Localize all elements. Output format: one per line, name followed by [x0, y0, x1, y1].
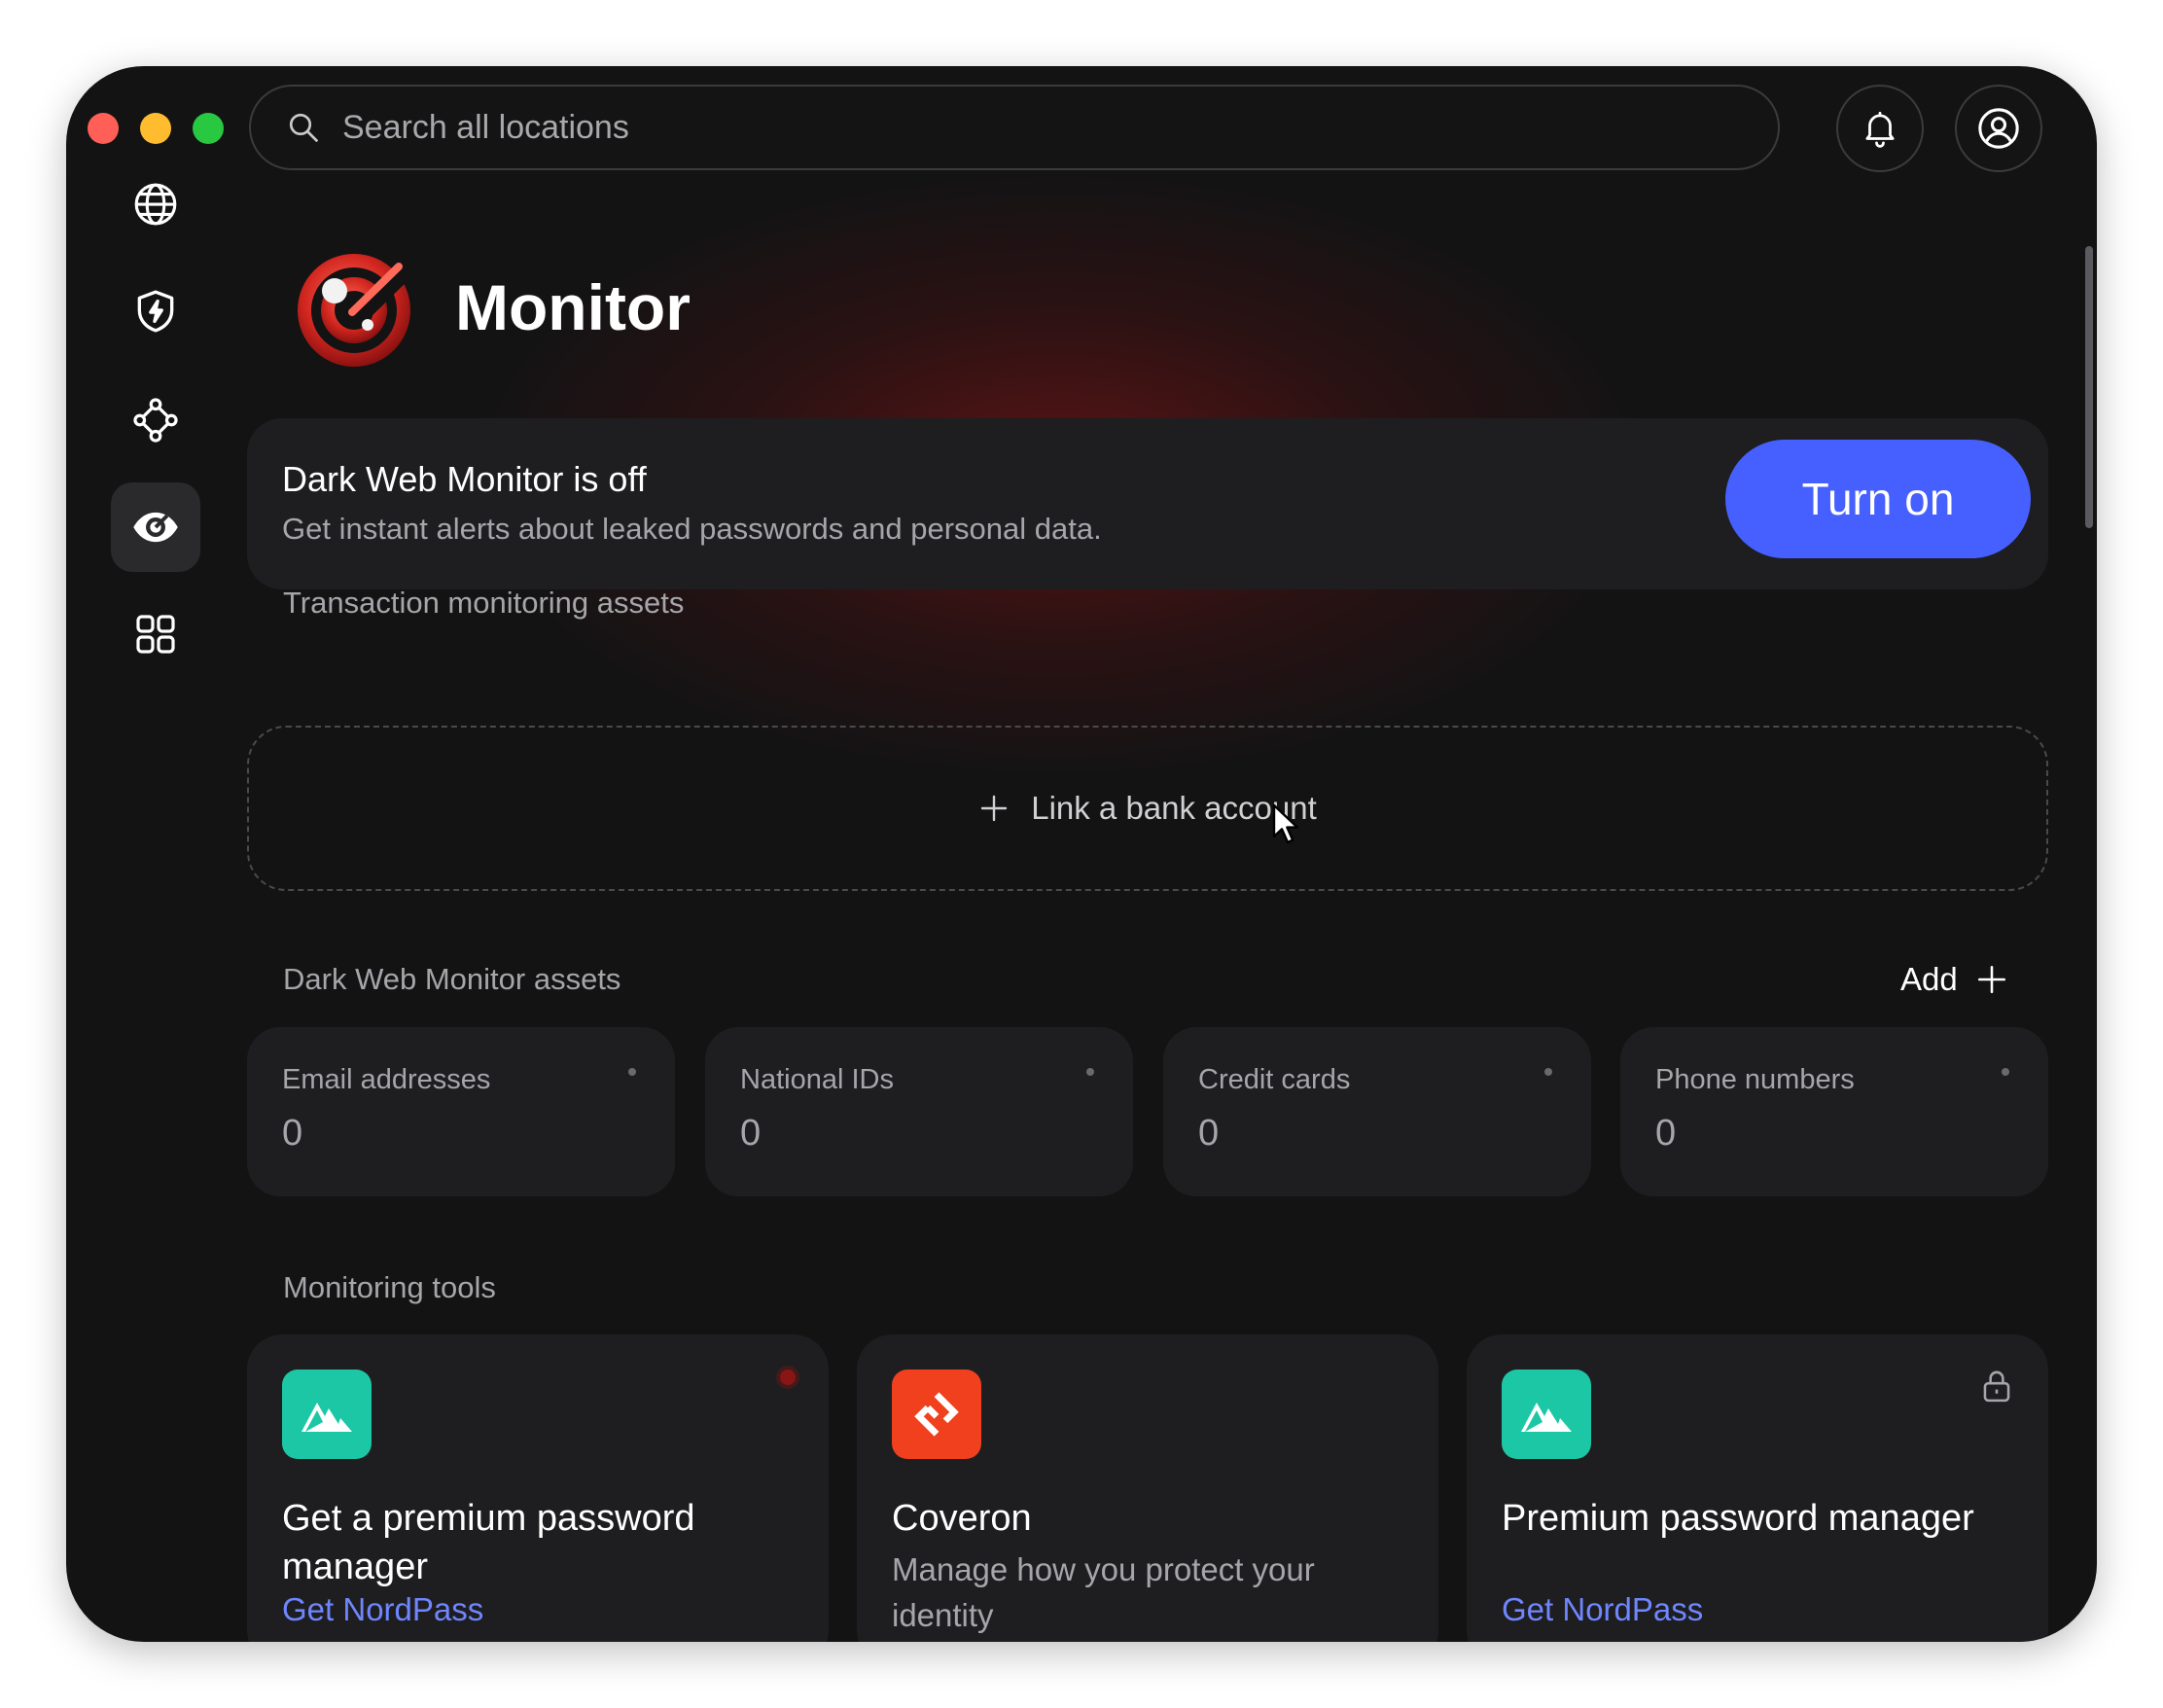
- add-asset-label: Add: [1900, 961, 1958, 997]
- plus-icon: [981, 795, 1008, 822]
- add-asset-button[interactable]: Add: [1900, 961, 2008, 998]
- tools-section-label: Monitoring tools: [283, 1270, 496, 1304]
- asset-label: Credit cards: [1198, 1064, 1351, 1095]
- plus-icon: [1977, 965, 2005, 994]
- nordpass-icon: [282, 1370, 372, 1459]
- network-nodes-icon: [133, 398, 178, 443]
- mouse-cursor-icon: [1272, 803, 1299, 844]
- asset-count: 0: [1655, 1113, 1677, 1154]
- notifications-button[interactable]: [1836, 85, 1924, 172]
- tool-title: Premium password manager: [1502, 1498, 1974, 1539]
- monitor-radar-icon: [298, 254, 420, 367]
- sidebar-item-monitor[interactable]: [111, 482, 200, 572]
- tool-card-coveron[interactable]: Coveron Manage how you protect your iden…: [857, 1334, 1438, 1642]
- tool-description: Manage how you protect your identity: [892, 1551, 1315, 1633]
- banner-title: Dark Web Monitor is off: [282, 459, 647, 499]
- profile-button[interactable]: [1955, 85, 2042, 172]
- search-icon: [289, 113, 318, 142]
- maximize-window-button[interactable]: [193, 113, 224, 144]
- shield-bolt-icon: [137, 290, 174, 333]
- asset-card-national-ids[interactable]: National IDs 0: [705, 1027, 1133, 1196]
- turn-on-button[interactable]: Turn on: [1725, 440, 2031, 558]
- grid-icon: [136, 615, 175, 654]
- eye-target-icon: [133, 512, 178, 543]
- get-nordpass-link[interactable]: Get NordPass: [1502, 1591, 1703, 1628]
- asset-count: 0: [1198, 1113, 1220, 1154]
- tool-card-nordpass-premium[interactable]: Get a premium password manager Get NordP…: [247, 1334, 829, 1642]
- sidebar-item-threat-protection[interactable]: [111, 267, 200, 356]
- transaction-section-label: Transaction monitoring assets: [283, 586, 685, 620]
- asset-label: Phone numbers: [1655, 1064, 1855, 1095]
- tool-title: Coveron: [892, 1498, 1032, 1539]
- status-dot: [1086, 1068, 1094, 1076]
- search-bar[interactable]: [249, 85, 1780, 170]
- asset-count: 0: [740, 1113, 762, 1154]
- asset-card-email[interactable]: Email addresses 0: [247, 1027, 675, 1196]
- user-circle-icon: [1978, 108, 2019, 149]
- globe-icon: [134, 183, 177, 226]
- link-bank-account-button[interactable]: Link a bank account: [247, 726, 2048, 891]
- asset-label: National IDs: [740, 1064, 894, 1095]
- nordpass-icon: [1502, 1370, 1591, 1459]
- app-window: Monitor Dark Web Monitor is off Get inst…: [66, 66, 2097, 1642]
- coveron-icon: [892, 1370, 981, 1459]
- asset-count: 0: [282, 1113, 303, 1154]
- monitor-logo: [284, 247, 426, 378]
- close-window-button[interactable]: [88, 113, 119, 144]
- page-title: Monitor: [455, 271, 691, 343]
- dark-web-monitor-banner: Dark Web Monitor is off Get instant aler…: [247, 418, 2048, 589]
- asset-card-credit-cards[interactable]: Credit cards 0: [1163, 1027, 1591, 1196]
- status-dot: [628, 1068, 636, 1076]
- get-nordpass-link[interactable]: Get NordPass: [282, 1591, 483, 1628]
- banner-subtitle: Get instant alerts about leaked password…: [282, 512, 1102, 546]
- new-badge-dot: [780, 1370, 796, 1385]
- scrollbar[interactable]: [2085, 246, 2093, 528]
- dark-web-section-label: Dark Web Monitor assets: [283, 962, 621, 996]
- tool-title: Get a premium password manager: [282, 1498, 695, 1587]
- asset-card-phone-numbers[interactable]: Phone numbers 0: [1620, 1027, 2048, 1196]
- search-input[interactable]: [340, 107, 1706, 148]
- minimize-window-button[interactable]: [140, 113, 171, 144]
- tool-card-password-manager[interactable]: Premium password manager Get NordPass: [1467, 1334, 2048, 1642]
- sidebar-item-vpn[interactable]: [111, 160, 200, 249]
- sidebar-item-meshnet[interactable]: [111, 375, 200, 465]
- asset-label: Email addresses: [282, 1064, 491, 1095]
- status-dot: [2002, 1068, 2009, 1076]
- status-dot: [1544, 1068, 1552, 1076]
- bell-icon: [1865, 111, 1895, 148]
- sidebar-item-apps[interactable]: [111, 589, 200, 679]
- lock-icon: [1983, 1370, 2010, 1403]
